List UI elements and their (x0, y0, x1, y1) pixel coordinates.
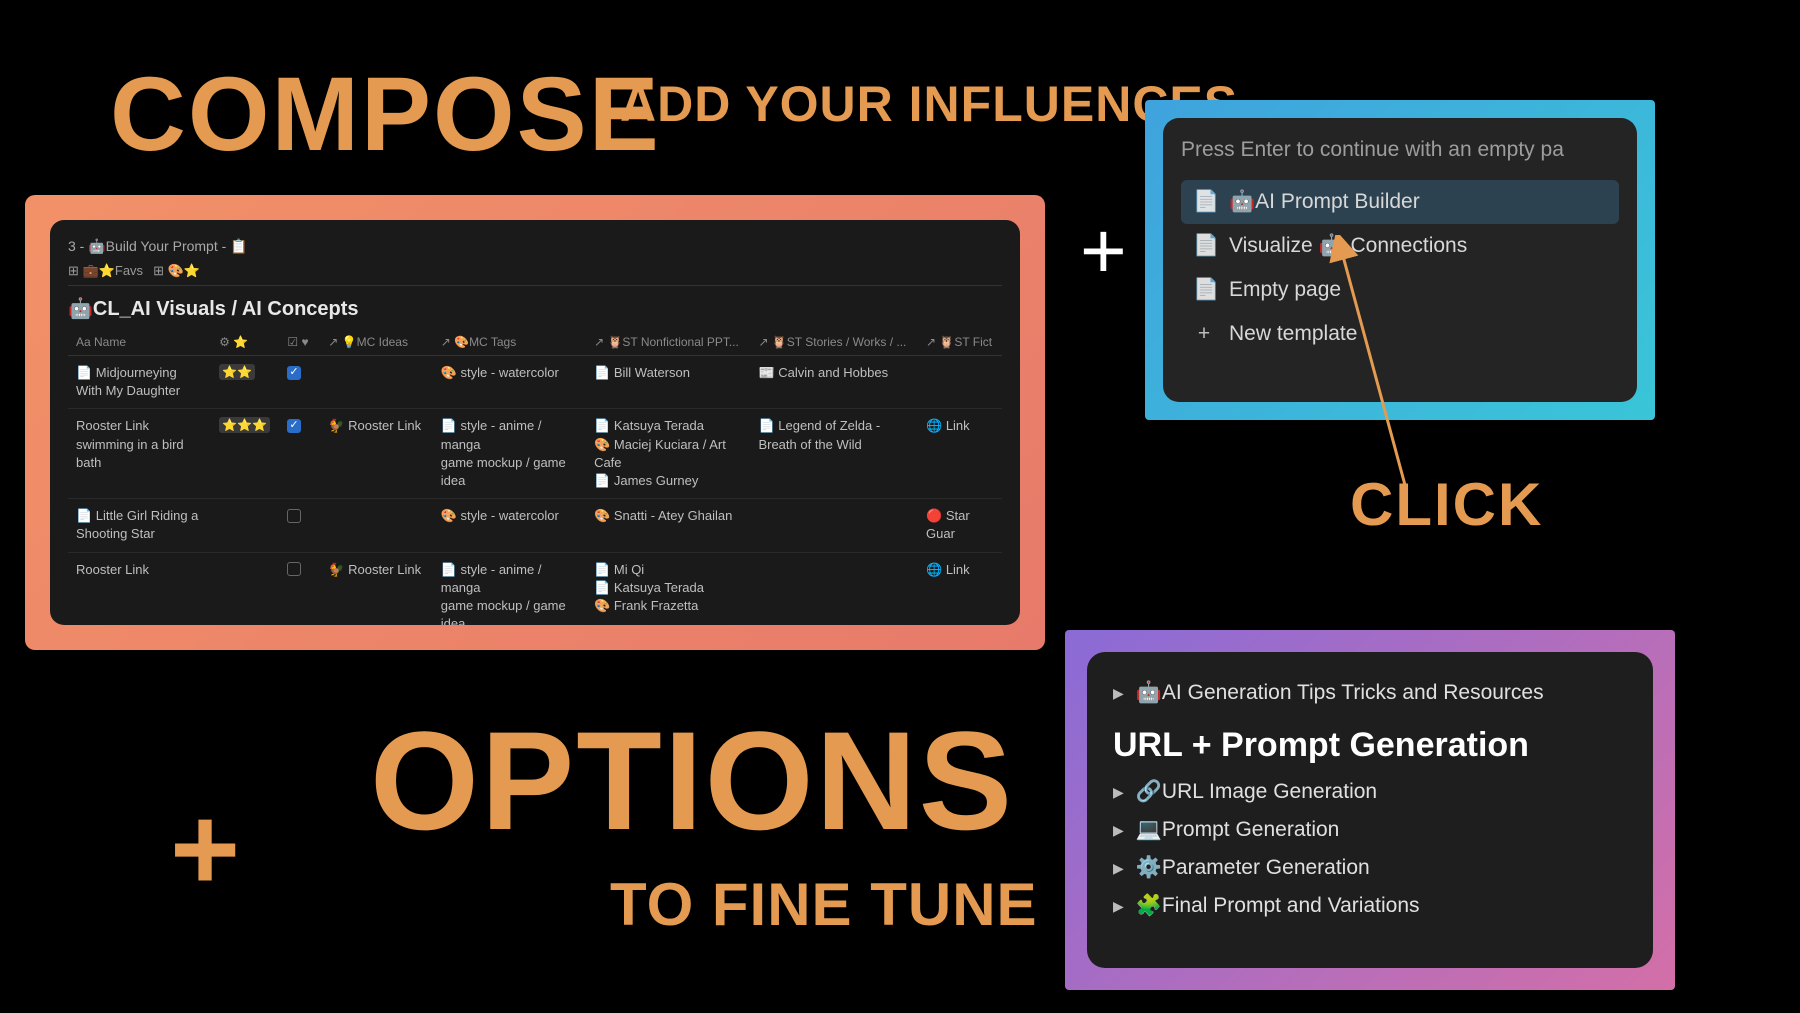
table-row[interactable]: Rooster Link 🐓 Rooster Link📄 style - anim… (68, 552, 1002, 625)
template-menu-item[interactable]: 📄 Visualize 🤖 Connections (1181, 224, 1619, 268)
toggle-caret-icon: ▶ (1113, 860, 1124, 877)
tab-other[interactable]: ⊞ 🎨⭐ (153, 263, 200, 279)
col-fict[interactable]: ↗ 🦉ST Fict (918, 329, 1002, 356)
toggle-ai-tips[interactable]: ▶ 🤖AI Generation Tips Tricks and Resourc… (1113, 674, 1627, 712)
col-nonfict[interactable]: ↗ 🦉ST Nonfictional PPT... (586, 329, 750, 356)
template-menu-label: Empty page (1229, 278, 1341, 302)
cell-tags[interactable]: 🎨 style - watercolor (433, 499, 586, 552)
cell-name[interactable]: Rooster Link (68, 552, 211, 625)
heading-options: OPTIONS (370, 700, 1014, 862)
compose-panel-frame: 3 - 🤖Build Your Prompt - 📋 ⊞ 💼⭐Favs ⊞ 🎨⭐… (25, 195, 1045, 650)
cell-stars[interactable]: ⭐⭐ (211, 356, 279, 409)
cell-name[interactable]: 📄 Little Girl Riding a Shooting Star (68, 499, 211, 552)
heading-to-fine-tune: TO FINE TUNE (610, 870, 1038, 939)
tab-favs[interactable]: ⊞ 💼⭐Favs (68, 263, 143, 279)
heading-click: CLICK (1350, 470, 1543, 539)
template-menu-item[interactable]: 📄 🤖AI Prompt Builder (1181, 180, 1619, 224)
cell-check[interactable] (279, 409, 320, 499)
heading-compose: COMPOSE (110, 55, 661, 175)
cell-ideas[interactable] (320, 499, 432, 552)
cell-tags[interactable]: 🎨 style - watercolor (433, 356, 586, 409)
checkbox[interactable] (287, 366, 301, 380)
toggle-label: 🤖AI Generation Tips Tricks and Resources (1136, 681, 1544, 705)
cell-nonfict[interactable]: 🎨 Snatti - Atey Ghailan (586, 499, 750, 552)
toggle-label: 🔗URL Image Generation (1136, 780, 1377, 804)
cell-check[interactable] (279, 552, 320, 625)
toggle-item[interactable]: ▶ ⚙️Parameter Generation (1113, 849, 1627, 887)
col-tags[interactable]: ↗ 🎨MC Tags (433, 329, 586, 356)
col-stories[interactable]: ↗ 🦉ST Stories / Works / ... (750, 329, 918, 356)
table-row[interactable]: 📄 Midjourneying With My Daughter⭐⭐ 🎨 styl… (68, 356, 1002, 409)
template-menu-label: New template (1229, 322, 1357, 346)
checkbox[interactable] (287, 562, 301, 576)
template-menu-frame: Press Enter to continue with an empty pa… (1145, 100, 1655, 420)
cell-fict[interactable]: 🌐 Link (918, 552, 1002, 625)
cell-ideas[interactable] (320, 356, 432, 409)
col-ideas[interactable]: ↗ 💡MC Ideas (320, 329, 432, 356)
cell-stars[interactable] (211, 552, 279, 625)
page-icon: 📄 (1193, 278, 1215, 302)
template-menu-item[interactable]: 📄 Empty page (1181, 268, 1619, 312)
plus-symbol-1: + (1080, 205, 1127, 297)
col-check[interactable]: ☑ ♥ (279, 329, 320, 356)
options-panel: ▶ 🤖AI Generation Tips Tricks and Resourc… (1087, 652, 1653, 968)
toggle-caret-icon: ▶ (1113, 784, 1124, 801)
compose-panel: 3 - 🤖Build Your Prompt - 📋 ⊞ 💼⭐Favs ⊞ 🎨⭐… (50, 220, 1020, 625)
cell-stories[interactable]: 📰 Calvin and Hobbes (750, 356, 918, 409)
template-menu-item[interactable]: + New template (1181, 312, 1619, 356)
plus-icon: + (1193, 322, 1215, 346)
template-menu-label: 🤖AI Prompt Builder (1229, 190, 1420, 214)
toggle-label: 💻Prompt Generation (1136, 818, 1340, 842)
cell-ideas[interactable]: 🐓 Rooster Link (320, 552, 432, 625)
toggle-item[interactable]: ▶ 💻Prompt Generation (1113, 811, 1627, 849)
cell-nonfict[interactable]: 📄 Katsuya Terada🎨 Maciej Kuciara / Art C… (586, 409, 750, 499)
section-heading: URL + Prompt Generation (1113, 726, 1627, 765)
cell-name[interactable]: 📄 Midjourneying With My Daughter (68, 356, 211, 409)
table-row[interactable]: 📄 Little Girl Riding a Shooting Star 🎨 st… (68, 499, 1002, 552)
template-menu: Press Enter to continue with an empty pa… (1163, 118, 1637, 402)
toggle-caret-icon: ▶ (1113, 822, 1124, 839)
concepts-table: Aa Name ⚙ ⭐ ☑ ♥ ↗ 💡MC Ideas ↗ 🎨MC Tags ↗… (68, 329, 1002, 625)
template-menu-label: Visualize 🤖 Connections (1229, 234, 1467, 258)
cell-fict[interactable] (918, 356, 1002, 409)
empty-page-hint: Press Enter to continue with an empty pa (1181, 138, 1619, 162)
cell-nonfict[interactable]: 📄 Bill Waterson (586, 356, 750, 409)
cell-stars[interactable] (211, 499, 279, 552)
checkbox[interactable] (287, 509, 301, 523)
cell-ideas[interactable]: 🐓 Rooster Link (320, 409, 432, 499)
plus-symbol-2: + (170, 780, 242, 918)
toggle-item[interactable]: ▶ 🧩Final Prompt and Variations (1113, 887, 1627, 925)
toggle-caret-icon: ▶ (1113, 898, 1124, 915)
page-icon: 📄 (1193, 234, 1215, 258)
table-row[interactable]: Rooster Link swimming in a bird bath⭐⭐⭐ 🐓… (68, 409, 1002, 499)
cell-stories[interactable] (750, 552, 918, 625)
toggle-item[interactable]: ▶ 🔗URL Image Generation (1113, 773, 1627, 811)
cell-stories[interactable]: 📄 Legend of Zelda - Breath of the Wild (750, 409, 918, 499)
cell-name[interactable]: Rooster Link swimming in a bird bath (68, 409, 211, 499)
options-panel-frame: ▶ 🤖AI Generation Tips Tricks and Resourc… (1065, 630, 1675, 990)
cell-check[interactable] (279, 499, 320, 552)
page-icon: 📄 (1193, 190, 1215, 214)
cell-stories[interactable] (750, 499, 918, 552)
cell-stars[interactable]: ⭐⭐⭐ (211, 409, 279, 499)
cell-check[interactable] (279, 356, 320, 409)
cell-tags[interactable]: 📄 style - anime / manga game mockup / ga… (433, 552, 586, 625)
database-title[interactable]: 🤖CL_AI Visuals / AI Concepts (68, 296, 1002, 321)
toggle-label: ⚙️Parameter Generation (1136, 856, 1370, 880)
col-stars[interactable]: ⚙ ⭐ (211, 329, 279, 356)
cell-fict[interactable]: 🌐 Link (918, 409, 1002, 499)
cell-fict[interactable]: 🔴 Star Guar (918, 499, 1002, 552)
toggle-caret-icon: ▶ (1113, 685, 1124, 702)
col-name[interactable]: Aa Name (68, 329, 211, 356)
breadcrumb[interactable]: 3 - 🤖Build Your Prompt - 📋 (68, 238, 1002, 255)
cell-nonfict[interactable]: 📄 Mi Qi📄 Katsuya Terada🎨 Frank Frazetta (586, 552, 750, 625)
toggle-label: 🧩Final Prompt and Variations (1136, 894, 1420, 918)
cell-tags[interactable]: 📄 style - anime / manga game mockup / ga… (433, 409, 586, 499)
checkbox[interactable] (287, 419, 301, 433)
view-tabs: ⊞ 💼⭐Favs ⊞ 🎨⭐ (68, 263, 1002, 286)
